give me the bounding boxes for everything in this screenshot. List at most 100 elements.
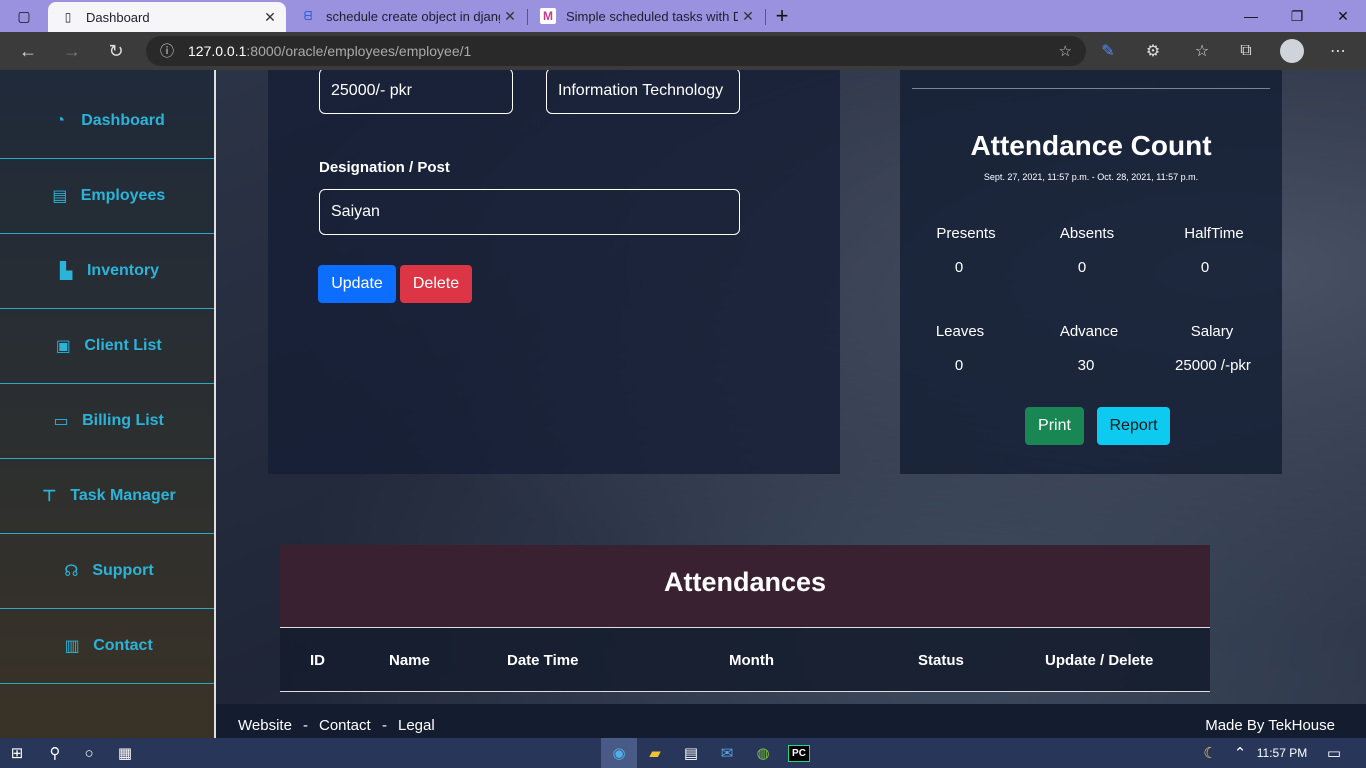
tab-scheduled-tasks[interactable]: M Simple scheduled tasks with Djan ✕ xyxy=(528,0,764,32)
weather-icon[interactable]: ☾ xyxy=(1196,738,1224,768)
thumbtack-icon: ⊤ xyxy=(41,488,57,505)
pycharm-icon[interactable]: PC xyxy=(781,738,817,768)
info-icon[interactable]: ⓘ xyxy=(160,41,174,61)
forward-icon[interactable]: → xyxy=(57,37,87,65)
sidebar-item-dashboard[interactable]: ◔ Dashboard xyxy=(0,84,214,159)
extensions-icon[interactable]: ⚙ xyxy=(1137,37,1169,65)
collections-icon[interactable]: ⧉ xyxy=(1230,37,1262,65)
tachometer-icon: ◔ xyxy=(55,112,66,129)
close-window-icon[interactable]: ✕ xyxy=(1320,0,1366,32)
money-bill-icon: ▭ xyxy=(53,413,69,430)
footer-separator: - xyxy=(303,717,308,734)
contact-book-icon: ▣ xyxy=(55,338,71,355)
dolly-icon: ▙ xyxy=(59,263,73,280)
browser-tab-bar: ▢ ▯ Dashboard ✕ ᗺ schedule create object… xyxy=(0,0,1366,32)
sidebar-item-billing-list[interactable]: ▭ Billing List xyxy=(0,384,214,459)
stat-value-absents: 0 xyxy=(1077,259,1087,276)
footer-link-contact[interactable]: Contact xyxy=(319,717,371,734)
utorrent-icon[interactable]: ◍ xyxy=(745,738,781,768)
tab-schedule-django[interactable]: ᗺ schedule create object in django ✕ xyxy=(288,0,526,32)
column-header-month: Month xyxy=(729,652,774,669)
headset-icon: ☊ xyxy=(64,563,79,580)
tab-title: Simple scheduled tasks with Djan xyxy=(566,8,738,24)
mail-icon[interactable]: ✉ xyxy=(709,738,745,768)
designation-input[interactable]: Saiyan xyxy=(319,189,740,235)
new-tab-button[interactable]: + xyxy=(764,0,800,32)
tab-title: Dashboard xyxy=(86,9,150,25)
delete-button[interactable]: Delete xyxy=(400,265,472,303)
footer-link-website[interactable]: Website xyxy=(238,717,292,734)
address-bar[interactable]: ⓘ 127.0.0.1:8000/oracle/employees/employ… xyxy=(146,36,1086,66)
stat-value-presents: 0 xyxy=(954,259,964,276)
stat-value-halftime: 0 xyxy=(1200,259,1210,276)
sidebar-item-inventory[interactable]: ▙ Inventory xyxy=(0,234,214,309)
restore-icon[interactable]: ❐ xyxy=(1274,0,1320,32)
close-tab-icon[interactable]: ✕ xyxy=(260,9,280,26)
edge-icon[interactable]: ◉ xyxy=(601,738,637,768)
sidebar-item-employees[interactable]: ▤ Employees xyxy=(0,159,214,234)
cortana-icon[interactable]: ○ xyxy=(72,738,106,768)
minimize-icon[interactable]: — xyxy=(1228,0,1274,32)
print-button[interactable]: Print xyxy=(1025,407,1084,445)
sidebar-item-label: Inventory xyxy=(86,262,159,279)
close-tab-icon[interactable]: ✕ xyxy=(738,8,758,25)
footer-separator: - xyxy=(382,717,387,734)
chevron-up-icon[interactable]: ⌃ xyxy=(1228,738,1252,768)
sidebar-item-label: Support xyxy=(92,562,154,579)
tab-actions-icon[interactable]: ▢ xyxy=(4,0,44,32)
stat-label-salary: Salary xyxy=(1190,323,1234,340)
url-host: 127.0.0.1 xyxy=(188,43,247,59)
tab-dashboard[interactable]: ▯ Dashboard ✕ xyxy=(48,2,286,32)
search-icon[interactable]: ⚲ xyxy=(38,738,72,768)
footer: Website - Contact - Legal Made By TekHou… xyxy=(216,704,1366,738)
sidebar-item-client-list[interactable]: ▣ Client List xyxy=(0,309,214,384)
id-badge-icon: ▥ xyxy=(64,638,80,655)
add-favorite-icon[interactable]: ☆ xyxy=(1059,42,1072,60)
update-button[interactable]: Update xyxy=(318,265,396,303)
attendances-table-header: ID Name Date Time Month Status Update / … xyxy=(280,627,1210,692)
stat-label-advance: Advance xyxy=(1059,323,1119,340)
stat-label-halftime: HalfTime xyxy=(1184,225,1244,242)
refresh-icon[interactable]: ↻ xyxy=(101,37,131,65)
back-icon[interactable]: ← xyxy=(13,37,43,65)
stat-value-advance: 30 xyxy=(1077,357,1095,374)
attendance-count-card: Attendance Count Sept. 27, 2021, 11:57 p… xyxy=(900,70,1282,474)
page-icon: ▯ xyxy=(64,10,72,24)
attendances-title: Attendances xyxy=(663,567,827,597)
stat-label-leaves: Leaves xyxy=(935,323,985,340)
windows-start-icon[interactable]: ⊞ xyxy=(0,738,34,768)
column-header-id: ID xyxy=(310,652,325,669)
page-content: ◔ Dashboard ▤ Employees ▙ Inventory ▣ Client… xyxy=(0,70,1366,738)
stat-label-presents: Presents xyxy=(936,225,996,242)
sidebar-item-support[interactable]: ☊ Support xyxy=(0,534,214,609)
url-path: :8000/oracle/employees/employee/1 xyxy=(246,43,472,59)
attendance-date-range: Sept. 27, 2021, 11:57 p.m. - Oct. 28, 20… xyxy=(983,172,1199,182)
salary-input[interactable]: 25000/- pkr xyxy=(319,70,513,114)
footer-link-legal[interactable]: Legal xyxy=(398,717,435,734)
footer-credit: Made By TekHouse xyxy=(1205,717,1335,734)
favorites-icon[interactable]: ☆ xyxy=(1186,37,1218,65)
column-header-name: Name xyxy=(389,652,430,669)
designation-label: Designation / Post xyxy=(319,159,450,176)
sidebar: ◔ Dashboard ▤ Employees ▙ Inventory ▣ Client… xyxy=(0,70,216,738)
store-icon[interactable]: ▤ xyxy=(673,738,709,768)
sidebar-item-task-manager[interactable]: ⊤ Task Manager xyxy=(0,459,214,534)
stat-value-leaves: 0 xyxy=(954,357,964,374)
clock[interactable]: 11:57 PM xyxy=(1252,738,1312,768)
department-input[interactable]: Information Technology xyxy=(546,70,740,114)
screen: ▢ ▯ Dashboard ✕ ᗺ schedule create object… xyxy=(0,0,1366,768)
task-view-icon[interactable]: ▦ xyxy=(108,738,142,768)
sidebar-item-label: Task Manager xyxy=(70,487,176,504)
file-explorer-icon[interactable]: ▰ xyxy=(637,738,673,768)
sidebar-item-label: Contact xyxy=(93,637,153,654)
report-button[interactable]: Report xyxy=(1097,407,1170,445)
more-icon[interactable]: ⋯ xyxy=(1322,37,1354,65)
attendances-header: Attendances xyxy=(280,545,1210,627)
close-tab-icon[interactable]: ✕ xyxy=(500,8,520,25)
stat-value-salary: 25000 /-pkr xyxy=(1175,357,1251,374)
profile-avatar[interactable] xyxy=(1276,37,1308,65)
pen-extension-icon[interactable]: ✎ xyxy=(1092,37,1124,65)
sidebar-item-contact[interactable]: ▥ Contact xyxy=(0,609,214,684)
notifications-icon[interactable]: ▭ xyxy=(1318,738,1350,768)
bing-icon: ᗺ xyxy=(303,8,313,23)
